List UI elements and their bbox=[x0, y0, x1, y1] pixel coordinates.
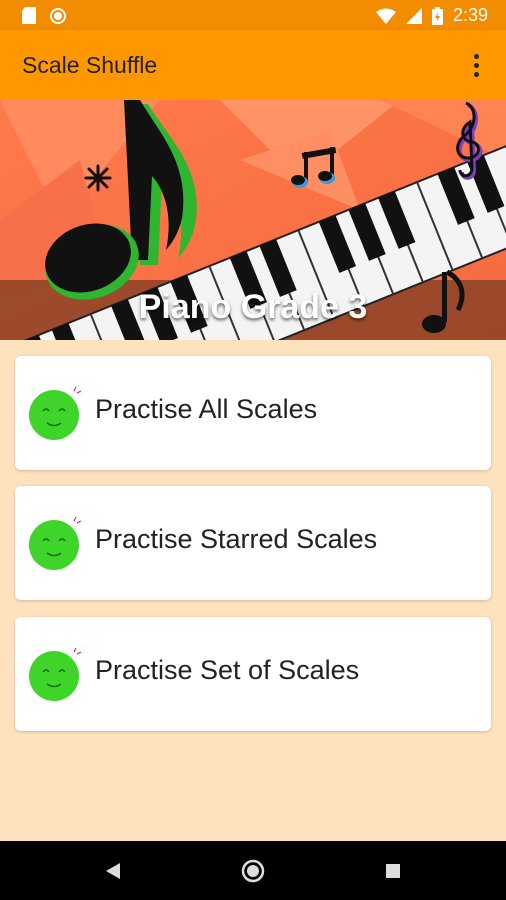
banner-title: Piano Grade 3 bbox=[138, 288, 368, 326]
home-icon[interactable] bbox=[238, 856, 268, 886]
status-bar: 2:39 bbox=[0, 0, 506, 30]
smiley-icon bbox=[29, 648, 81, 701]
signal-icon bbox=[405, 7, 422, 24]
app-bar: Scale Shuffle bbox=[0, 30, 506, 100]
system-nav-bar bbox=[0, 841, 506, 900]
recents-icon[interactable] bbox=[378, 856, 408, 886]
app-title: Scale Shuffle bbox=[22, 52, 158, 78]
asterisk-icon bbox=[84, 164, 112, 192]
option-label: Practise Starred Scales bbox=[95, 524, 378, 554]
practise-set-of-scales-button[interactable]: Practise Set of Scales bbox=[15, 617, 491, 731]
smiley-icon bbox=[29, 517, 81, 570]
clock: 2:39 bbox=[452, 5, 488, 25]
back-icon[interactable] bbox=[98, 856, 128, 886]
practise-starred-scales-button[interactable]: Practise Starred Scales bbox=[15, 486, 491, 600]
notification-icon bbox=[50, 7, 66, 24]
sd-card-icon bbox=[22, 7, 36, 24]
more-vert-icon[interactable] bbox=[466, 50, 486, 80]
banner-image: Piano Grade 3 bbox=[0, 100, 506, 340]
option-label: Practise Set of Scales bbox=[95, 655, 360, 685]
wifi-icon bbox=[375, 8, 396, 24]
smiley-icon bbox=[29, 387, 81, 440]
option-label: Practise All Scales bbox=[95, 394, 318, 424]
battery-icon bbox=[431, 6, 443, 25]
practise-all-scales-button[interactable]: Practise All Scales bbox=[15, 356, 491, 470]
